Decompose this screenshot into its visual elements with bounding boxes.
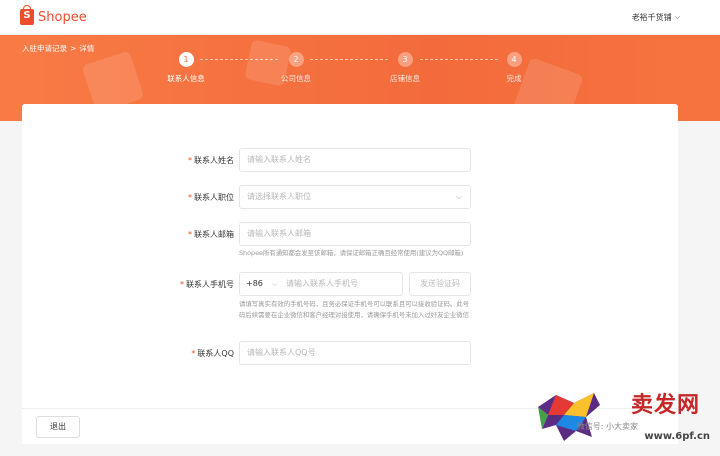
step-label: 完成 bbox=[506, 74, 522, 83]
watermark: 卖发网 微信号: 小大卖家 www.6pf.cn bbox=[534, 385, 714, 449]
contact-qq-input[interactable]: 请输入联系人QQ号 bbox=[239, 341, 471, 365]
name-label: * 联系人姓名 bbox=[188, 156, 234, 165]
phone-input-group: +86 ⌵ 请输入联系人手机号 bbox=[239, 272, 403, 296]
phone-hint: 请填写真实有效的手机号码，且务必保证手机号可以联系且可以接收验证码。此号码后续需… bbox=[239, 300, 470, 319]
chevron-down-icon: ⌵ bbox=[674, 13, 680, 21]
logo-letter: S bbox=[23, 10, 31, 21]
email-hint: Shopee所有通知都会发至该邮箱，请保证邮箱正确且经常使用(建议为QQ邮箱) bbox=[239, 249, 464, 257]
step-label: 联系人信息 bbox=[167, 74, 205, 83]
user-name: 老裕千货铺 bbox=[631, 13, 672, 22]
user-menu[interactable]: 老裕千货铺 ⌵ bbox=[632, 12, 680, 23]
exit-button[interactable]: 退出 bbox=[36, 416, 80, 438]
step-number: 1 bbox=[178, 52, 194, 67]
brand-name: Shopee bbox=[38, 9, 87, 25]
watermark-title: 卖发网 bbox=[630, 392, 700, 418]
step-1: 1 联系人信息 bbox=[156, 52, 216, 84]
send-code-button[interactable]: 发送验证码 bbox=[409, 272, 471, 296]
position-label: * 联系人职位 bbox=[188, 193, 234, 202]
step-label: 公司信息 bbox=[281, 74, 311, 83]
step-indicator: 1 联系人信息 2 公司信息 3 店铺信息 4 完成 bbox=[0, 52, 720, 92]
contact-phone-input[interactable]: 请输入联系人手机号 bbox=[286, 273, 400, 295]
top-bar: S Shopee 老裕千货铺 ⌵ bbox=[0, 0, 720, 35]
contact-name-input[interactable]: 请输入联系人姓名 bbox=[239, 148, 471, 172]
contact-position-select[interactable]: 请选择联系人职位 ⌵ bbox=[239, 185, 471, 209]
chevron-down-icon: ⌵ bbox=[272, 280, 278, 288]
shopee-bag-icon: S bbox=[20, 5, 34, 25]
chevron-down-icon: ⌵ bbox=[455, 192, 462, 201]
step-3: 3 店铺信息 bbox=[375, 52, 435, 84]
position-placeholder: 请选择联系人职位 bbox=[247, 192, 311, 201]
shopee-logo[interactable]: S Shopee bbox=[20, 5, 87, 25]
step-label: 店铺信息 bbox=[390, 74, 420, 83]
qq-label: * 联系人QQ bbox=[191, 349, 234, 358]
country-code-select[interactable]: +86 bbox=[246, 273, 263, 295]
step-4: 4 完成 bbox=[484, 52, 544, 84]
watermark-subtitle: 微信号: 小大卖家 bbox=[576, 422, 638, 431]
step-number: 4 bbox=[506, 52, 522, 67]
step-2: 2 公司信息 bbox=[266, 52, 326, 84]
contact-email-input[interactable]: 请输入联系人邮箱 bbox=[239, 222, 471, 246]
phone-label: * 联系人手机号 bbox=[180, 280, 234, 289]
watermark-logo-icon bbox=[538, 393, 600, 441]
step-number: 2 bbox=[288, 52, 304, 67]
watermark-url: www.6pf.cn bbox=[644, 431, 710, 442]
email-label: * 联系人邮箱 bbox=[188, 230, 234, 239]
step-number: 3 bbox=[397, 52, 413, 67]
